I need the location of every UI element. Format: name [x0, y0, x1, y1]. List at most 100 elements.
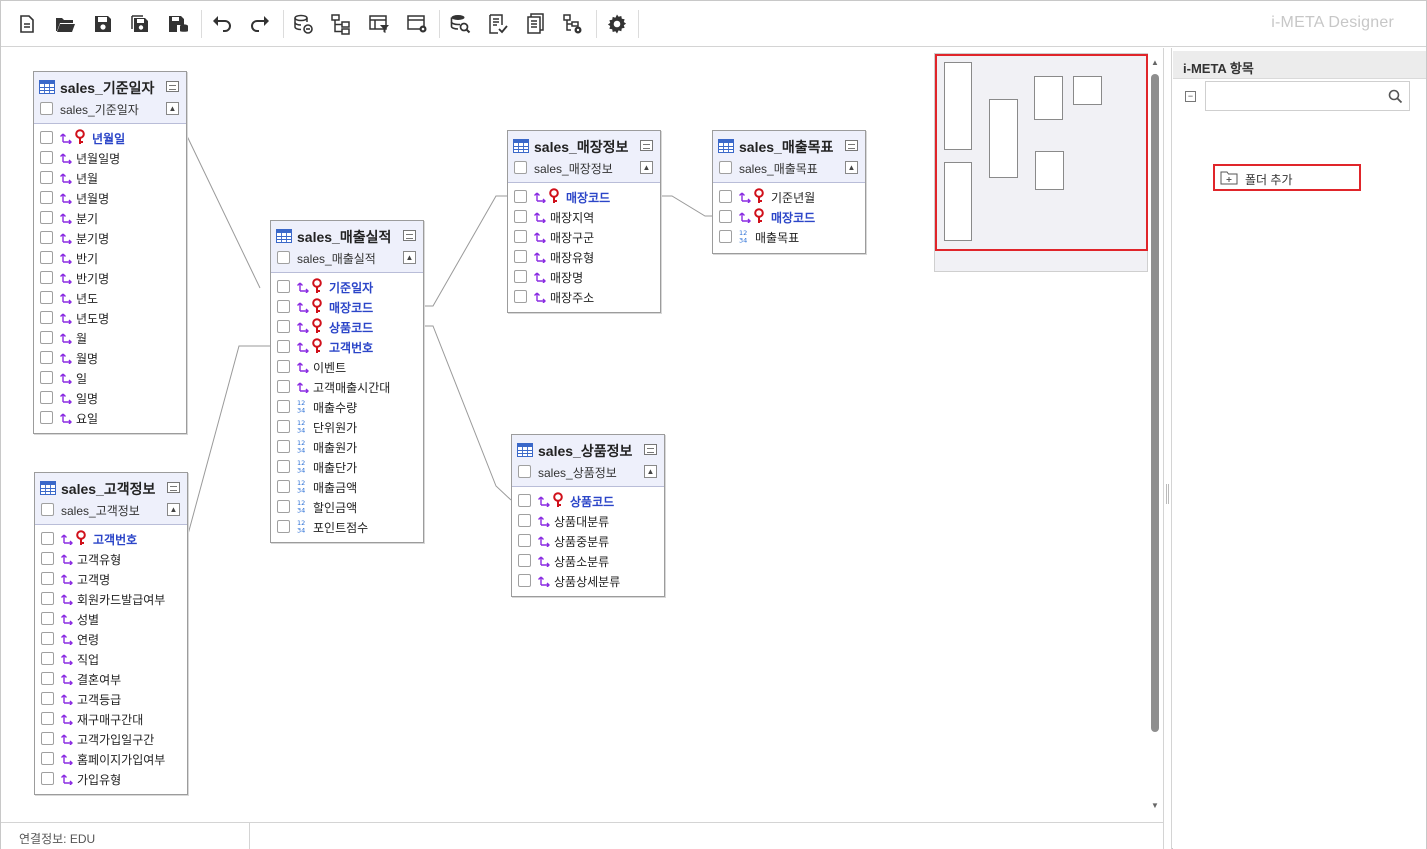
scroll-up-icon[interactable]: ▲: [1151, 58, 1159, 67]
column-checkbox[interactable]: [40, 171, 53, 184]
column-row[interactable]: 결혼여부: [35, 668, 187, 688]
save-as-icon[interactable]: [126, 10, 154, 38]
column-checkbox[interactable]: [514, 230, 527, 243]
column-checkbox[interactable]: [40, 371, 53, 384]
column-row[interactable]: 가입유형: [35, 768, 187, 788]
save-icon[interactable]: [89, 10, 117, 38]
minimap-viewport[interactable]: [935, 54, 1148, 251]
column-row[interactable]: 상품중분류: [512, 530, 664, 550]
column-checkbox[interactable]: [518, 534, 531, 547]
checklist-icon[interactable]: [484, 10, 512, 38]
column-checkbox[interactable]: [41, 692, 54, 705]
column-checkbox[interactable]: [518, 494, 531, 507]
table-menu-icon[interactable]: [403, 230, 416, 241]
column-checkbox[interactable]: [719, 210, 732, 223]
column-row[interactable]: 년도: [34, 287, 186, 307]
column-checkbox[interactable]: [277, 400, 290, 413]
column-row[interactable]: 매장구군: [508, 226, 660, 246]
column-row[interactable]: 월: [34, 327, 186, 347]
tree-structure-icon[interactable]: [327, 10, 355, 38]
scroll-down-icon[interactable]: ▼: [1151, 801, 1159, 810]
collapse-up-icon[interactable]: ▲: [644, 465, 657, 478]
column-row[interactable]: 12 34 매출단가: [271, 456, 423, 476]
column-checkbox[interactable]: [40, 231, 53, 244]
panel-splitter[interactable]: [1163, 48, 1172, 849]
column-row[interactable]: 상품대분류: [512, 510, 664, 530]
table-select-checkbox[interactable]: [40, 102, 53, 115]
column-row[interactable]: 기준일자: [271, 276, 423, 296]
column-checkbox[interactable]: [277, 300, 290, 313]
column-checkbox[interactable]: [518, 554, 531, 567]
table-select-checkbox[interactable]: [514, 161, 527, 174]
search-icon[interactable]: [1388, 89, 1403, 109]
column-checkbox[interactable]: [41, 572, 54, 585]
column-checkbox[interactable]: [719, 190, 732, 203]
table-menu-icon[interactable]: [640, 140, 653, 151]
column-row[interactable]: 연령: [35, 628, 187, 648]
column-checkbox[interactable]: [277, 380, 290, 393]
column-row[interactable]: 회원카드발급여부: [35, 588, 187, 608]
column-checkbox[interactable]: [277, 340, 290, 353]
column-row[interactable]: 고객번호: [271, 336, 423, 356]
new-document-icon[interactable]: [13, 10, 41, 38]
column-row[interactable]: 고객등급: [35, 688, 187, 708]
column-checkbox[interactable]: [40, 311, 53, 324]
table-settings-icon[interactable]: [403, 10, 431, 38]
gear-icon[interactable]: [603, 10, 631, 38]
column-checkbox[interactable]: [41, 672, 54, 685]
column-row[interactable]: 매장지역: [508, 206, 660, 226]
column-checkbox[interactable]: [40, 391, 53, 404]
column-checkbox[interactable]: [40, 331, 53, 344]
collapse-up-icon[interactable]: ▲: [845, 161, 858, 174]
column-row[interactable]: 12 34 매출목표: [713, 226, 865, 246]
column-row[interactable]: 고객번호: [35, 528, 187, 548]
column-checkbox[interactable]: [277, 320, 290, 333]
column-checkbox[interactable]: [40, 151, 53, 164]
column-checkbox[interactable]: [514, 290, 527, 303]
collapse-up-icon[interactable]: ▲: [166, 102, 179, 115]
column-checkbox[interactable]: [40, 251, 53, 264]
column-row[interactable]: 매장코드: [713, 206, 865, 226]
column-row[interactable]: 상품코드: [271, 316, 423, 336]
table-select-checkbox[interactable]: [41, 503, 54, 516]
table-select-checkbox[interactable]: [719, 161, 732, 174]
table-select-checkbox[interactable]: [277, 251, 290, 264]
column-row[interactable]: 12 34 포인트점수: [271, 516, 423, 536]
column-checkbox[interactable]: [514, 270, 527, 283]
column-checkbox[interactable]: [41, 632, 54, 645]
column-checkbox[interactable]: [518, 574, 531, 587]
table-filter-icon[interactable]: [365, 10, 393, 38]
column-checkbox[interactable]: [41, 732, 54, 745]
column-checkbox[interactable]: [40, 191, 53, 204]
column-checkbox[interactable]: [277, 440, 290, 453]
column-row[interactable]: 고객매출시간대: [271, 376, 423, 396]
column-row[interactable]: 매장코드: [271, 296, 423, 316]
column-checkbox[interactable]: [41, 712, 54, 725]
column-checkbox[interactable]: [41, 752, 54, 765]
column-row[interactable]: 상품소분류: [512, 550, 664, 570]
column-checkbox[interactable]: [41, 552, 54, 565]
column-checkbox[interactable]: [514, 190, 527, 203]
collapse-up-icon[interactable]: ▲: [167, 503, 180, 516]
column-row[interactable]: 매장유형: [508, 246, 660, 266]
table-product[interactable]: sales_상품정보 sales_상품정보 ▲ 상품코드 상품대분류 상품중분류 상품…: [511, 434, 665, 597]
column-row[interactable]: 년월명: [34, 187, 186, 207]
scroll-thumb[interactable]: [1151, 74, 1159, 732]
table-sales[interactable]: sales_매출실적 sales_매출실적 ▲ 기준일자 매장코드 상품코드 고객번호…: [270, 220, 424, 543]
connect-db-icon[interactable]: [289, 10, 317, 38]
column-row[interactable]: 년월: [34, 167, 186, 187]
column-checkbox[interactable]: [277, 460, 290, 473]
column-checkbox[interactable]: [277, 480, 290, 493]
column-row[interactable]: 반기: [34, 247, 186, 267]
column-row[interactable]: 12 34 매출금액: [271, 476, 423, 496]
column-row[interactable]: 일: [34, 367, 186, 387]
column-checkbox[interactable]: [40, 411, 53, 424]
column-row[interactable]: 분기명: [34, 227, 186, 247]
splitter-grip-icon[interactable]: [1166, 484, 1169, 504]
column-row[interactable]: 고객유형: [35, 548, 187, 568]
save-db-icon[interactable]: [164, 10, 192, 38]
column-checkbox[interactable]: [518, 514, 531, 527]
column-row[interactable]: 이벤트: [271, 356, 423, 376]
column-row[interactable]: 12 34 단위원가: [271, 416, 423, 436]
redo-icon[interactable]: [246, 10, 274, 38]
